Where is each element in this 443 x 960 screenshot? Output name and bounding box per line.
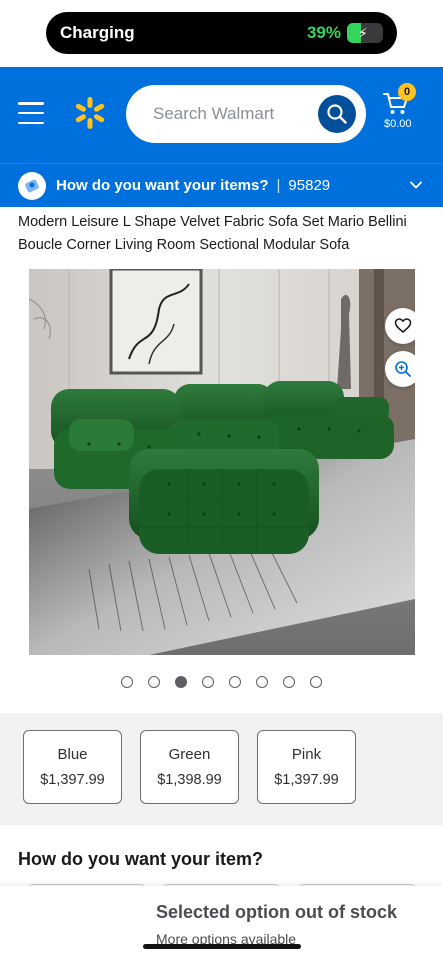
heart-icon [394, 318, 412, 333]
carousel-dot[interactable] [175, 676, 187, 688]
carousel-dot[interactable] [256, 676, 268, 688]
battery-icon: ⚡︎ [347, 23, 383, 43]
variant-name: Pink [291, 746, 322, 763]
stock-notice-bar: Selected option out of stock More option… [0, 886, 443, 960]
variant-price: $1,397.99 [274, 772, 339, 788]
search-icon [327, 104, 347, 124]
carousel-dot[interactable] [148, 676, 160, 688]
charging-label: Charging [60, 23, 135, 42]
product-image[interactable] [29, 269, 415, 655]
cart-button[interactable]: 0 $0.00 [380, 83, 430, 143]
battery-percent: 39% [306, 23, 341, 42]
delivery-selector[interactable]: How do you want your items? | 95829 [0, 163, 443, 207]
home-indicator[interactable] [143, 944, 301, 949]
status-bar: Charging 39% ⚡︎ [0, 0, 443, 67]
zoom-button[interactable] [385, 351, 415, 387]
delivery-location-icon [18, 171, 46, 200]
carousel-dot[interactable] [310, 676, 322, 688]
delivery-zip: 95829 [288, 177, 331, 194]
favorite-button[interactable] [385, 308, 415, 344]
chevron-down-icon[interactable] [409, 178, 423, 192]
carousel-dot[interactable] [229, 676, 241, 688]
product-title: Modern Leisure L Shape Velvet Fabric Sof… [18, 214, 407, 253]
variant-option-green[interactable]: Green $1,398.99 [140, 730, 239, 804]
hamburger-menu-icon[interactable] [18, 102, 44, 124]
variant-option-pink[interactable]: Pink $1,397.99 [257, 730, 356, 804]
carousel-dot[interactable] [202, 676, 214, 688]
app-header: Search Walmart 0 $0.00 [0, 67, 443, 163]
variant-price: $1,397.99 [40, 772, 105, 788]
cart-total: $0.00 [384, 118, 412, 130]
variant-name: Green [168, 746, 211, 763]
delivery-separator: | [276, 177, 281, 194]
zoom-in-icon [395, 361, 411, 377]
image-carousel-dots [0, 676, 443, 688]
search-input[interactable]: Search Walmart [126, 85, 366, 143]
battery-indicator: 39% ⚡︎ [307, 23, 383, 43]
sofa-photo [29, 269, 415, 655]
charging-pill: Charging 39% ⚡︎ [46, 12, 397, 54]
variant-name: Blue [57, 746, 88, 763]
out-of-stock-message: Selected option out of stock [156, 902, 398, 922]
search-placeholder: Search Walmart [153, 104, 275, 123]
search-button[interactable] [318, 95, 356, 133]
carousel-dot[interactable] [121, 676, 133, 688]
variant-option-blue[interactable]: Blue $1,397.99 [23, 730, 122, 804]
fulfillment-heading: How do you want your item? [18, 849, 264, 869]
variant-price: $1,398.99 [157, 772, 222, 788]
bolt-icon: ⚡︎ [358, 25, 368, 41]
cart-count-badge: 0 [398, 83, 416, 101]
delivery-prompt: How do you want your items? [56, 177, 269, 194]
carousel-dot[interactable] [283, 676, 295, 688]
walmart-spark-icon[interactable] [72, 95, 108, 131]
